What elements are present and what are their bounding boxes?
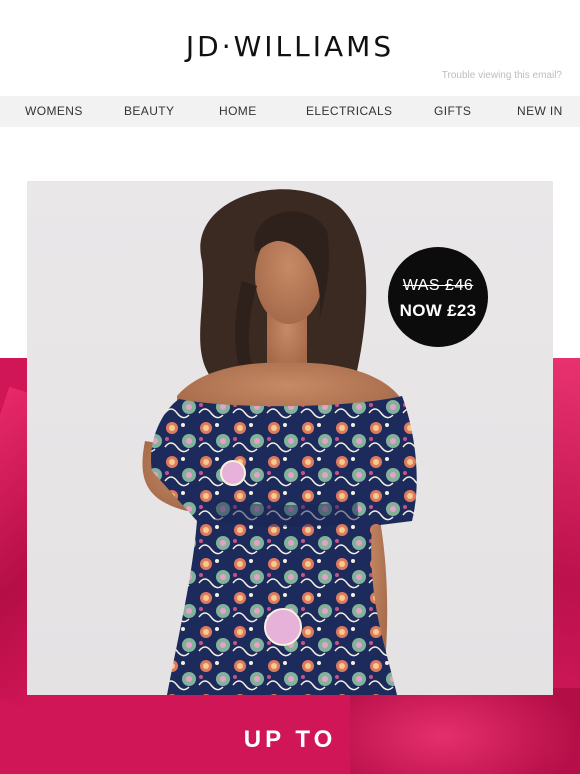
promo-headline: UP TO [243,726,337,753]
was-price: WAS £46 [402,277,474,294]
now-price: NOW £23 [399,301,477,320]
nav-item-electricals[interactable]: ELECTRICALS [306,104,392,118]
nav-item-beauty[interactable]: BEAUTY [124,104,174,118]
email-header: JD·WILLIAMS Trouble viewing this email? [0,0,580,96]
nav-item-womens[interactable]: WOMENS [25,104,83,118]
trouble-viewing-link[interactable]: Trouble viewing this email? [442,70,562,81]
nav-item-new-in[interactable]: NEW IN [517,104,563,118]
brand-logo[interactable]: JD·WILLIAMS [0,30,580,63]
category-nav: WOMENS BEAUTY HOME ELECTRICALS GIFTS NEW… [0,96,580,127]
price-badge: WAS £46 NOW £23 [388,247,488,347]
hero-product-image[interactable] [27,181,553,695]
model-illustration [142,189,417,695]
nav-item-home[interactable]: HOME [219,104,257,118]
nav-item-gifts[interactable]: GIFTS [434,104,471,118]
